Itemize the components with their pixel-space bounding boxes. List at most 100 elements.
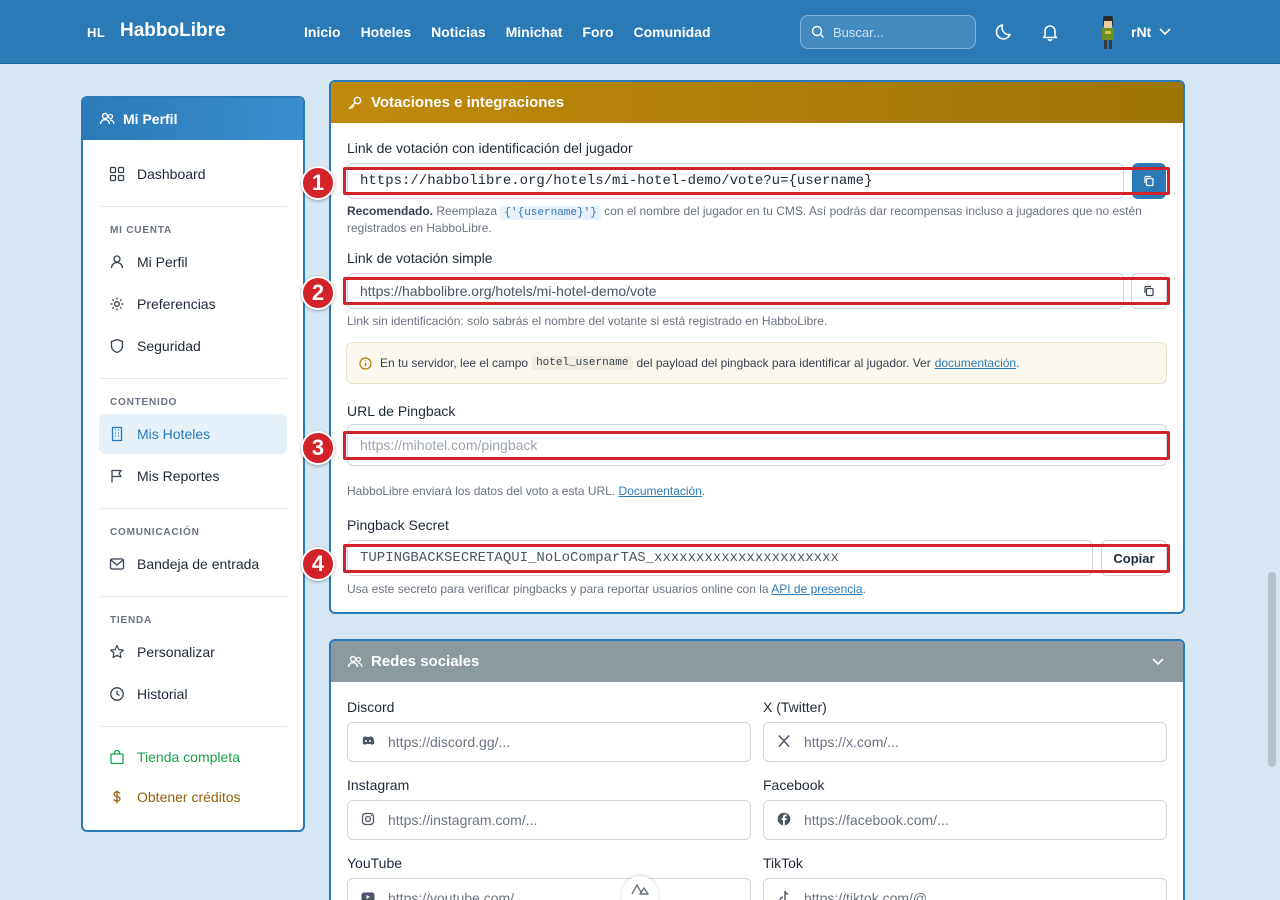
facebook-input[interactable]: [804, 812, 1144, 828]
notifications-button[interactable]: [1038, 20, 1062, 44]
facebook-label: Facebook: [763, 777, 825, 793]
sidebar-item-label: Seguridad: [137, 338, 201, 354]
section-contenido: CONTENIDO: [110, 397, 178, 408]
x-logo-icon: [778, 735, 790, 747]
section-mi-cuenta: MI CUENTA: [110, 225, 173, 236]
dark-mode-toggle[interactable]: [993, 20, 1017, 44]
key-icon: [348, 96, 362, 109]
chevron-down-icon[interactable]: [1158, 24, 1172, 38]
instagram-field[interactable]: [347, 800, 751, 840]
discord-input[interactable]: [388, 734, 728, 750]
tiktok-input[interactable]: [804, 890, 1144, 900]
sidebar-item-label: Personalizar: [137, 644, 215, 660]
pingback-docs-link[interactable]: Documentación: [619, 484, 702, 498]
flag-icon: [111, 469, 122, 483]
logo-mark[interactable]: HL: [87, 25, 105, 40]
page-scrollbar[interactable]: [1268, 572, 1276, 767]
logo-text[interactable]: HabboLibre: [120, 20, 226, 42]
sidebar-header: Mi Perfil: [83, 98, 303, 140]
pingback-help-text: HabboLibre enviará los datos del voto a …: [347, 484, 616, 498]
bell-icon: [1042, 25, 1058, 42]
users-icon: [99, 112, 115, 125]
search-box[interactable]: [800, 15, 976, 49]
grid-icon: [109, 166, 125, 182]
main-nav: Inicio Hoteles Noticias Minichat Foro Co…: [304, 24, 711, 40]
star-icon: [110, 644, 124, 659]
social-panel-header[interactable]: Redes sociales: [331, 641, 1183, 682]
tiktok-icon: [779, 890, 789, 900]
tiktok-field[interactable]: [763, 878, 1167, 900]
nav-inicio[interactable]: Inicio: [304, 24, 341, 40]
annotation-marker-4: 4: [301, 547, 335, 581]
annotation-box-4: [343, 544, 1170, 573]
annotation-box-1: [343, 167, 1170, 195]
sidebar-item-seguridad[interactable]: Seguridad: [99, 326, 287, 366]
presence-api-link[interactable]: API de presencia: [771, 582, 862, 596]
sidebar-item-mi-perfil[interactable]: Mi Perfil: [99, 242, 287, 282]
pingback-url-label: URL de Pingback: [347, 403, 456, 419]
social-panel-title: Redes sociales: [371, 653, 480, 670]
chevron-down-icon[interactable]: [1151, 654, 1165, 668]
sidebar-item-label: Dashboard: [137, 166, 206, 182]
sidebar-divider: [99, 378, 287, 379]
x-twitter-input[interactable]: [804, 734, 1144, 750]
building-icon: [111, 426, 123, 442]
top-navbar: HL HabboLibre Inicio Hoteles Noticias Mi…: [0, 0, 1280, 64]
recommended-label: Recomendado.: [347, 204, 434, 218]
pingback-help: HabboLibre enviará los datos del voto a …: [347, 484, 705, 499]
username[interactable]: rNt: [1131, 24, 1151, 40]
youtube-input[interactable]: [388, 890, 728, 900]
sidebar-item-label: Mi Perfil: [137, 254, 188, 270]
users-icon: [347, 655, 363, 667]
clock-icon: [110, 687, 124, 701]
annotation-marker-2: 2: [301, 276, 335, 310]
note-code: hotel_username: [532, 356, 633, 370]
sidebar-item-creditos[interactable]: Obtener créditos: [99, 777, 287, 817]
secret-help: Usa este secreto para verificar pingback…: [347, 582, 866, 597]
sidebar-item-label: Preferencias: [137, 296, 216, 312]
link-simple-label: Link de votación simple: [347, 250, 493, 266]
nav-hoteles[interactable]: Hoteles: [361, 24, 412, 40]
sidebar-item-label: Mis Hoteles: [137, 426, 211, 442]
youtube-label: YouTube: [347, 855, 403, 871]
nav-noticias[interactable]: Noticias: [431, 24, 485, 40]
nuxt-logo-icon: [631, 884, 649, 895]
username-placeholder-code: {'{username}'}: [500, 206, 601, 220]
nav-comunidad[interactable]: Comunidad: [634, 24, 711, 40]
sidebar-item-mis-hoteles[interactable]: Mis Hoteles: [99, 414, 287, 454]
discord-field[interactable]: [347, 722, 751, 762]
sidebar-item-label: Bandeja de entrada: [137, 556, 260, 572]
pingback-help-end: .: [701, 484, 706, 498]
annotation-box-2: [343, 277, 1170, 305]
link-id-label: Link de votación con identificación del …: [347, 140, 633, 156]
sidebar-item-historial[interactable]: Historial: [99, 674, 287, 714]
sidebar-item-mis-reportes[interactable]: Mis Reportes: [99, 456, 287, 496]
nav-foro[interactable]: Foro: [582, 24, 613, 40]
secret-help-end: .: [862, 582, 866, 596]
sidebar-item-dashboard[interactable]: Dashboard: [99, 154, 287, 194]
sidebar-item-label: Mis Reportes: [137, 468, 220, 484]
secret-help-text: Usa este secreto para verificar pingback…: [347, 582, 769, 596]
sidebar-item-preferencias[interactable]: Preferencias: [99, 284, 287, 324]
annotation-marker-1: 1: [301, 166, 335, 200]
tiktok-label: TikTok: [763, 855, 803, 871]
youtube-field[interactable]: [347, 878, 751, 900]
sidebar-item-tienda-completa[interactable]: Tienda completa: [99, 737, 287, 777]
note-text-pre: En tu servidor, lee el campo: [380, 356, 529, 370]
section-tienda: TIENDA: [110, 615, 153, 626]
sidebar-item-bandeja[interactable]: Bandeja de entrada: [99, 544, 287, 584]
youtube-icon: [361, 892, 375, 900]
sidebar-title: Mi Perfil: [123, 111, 178, 127]
mail-icon: [109, 558, 125, 570]
instagram-icon: [361, 812, 375, 826]
search-input[interactable]: [833, 24, 963, 40]
sidebar-item-label: Historial: [137, 686, 188, 702]
user-avatar[interactable]: [1096, 14, 1120, 52]
instagram-input[interactable]: [388, 812, 728, 828]
facebook-field[interactable]: [763, 800, 1167, 840]
sidebar-item-personalizar[interactable]: Personalizar: [99, 632, 287, 672]
moon-icon: [995, 24, 1011, 40]
nav-minichat[interactable]: Minichat: [506, 24, 563, 40]
note-docs-link[interactable]: documentación: [935, 356, 1016, 370]
x-twitter-field[interactable]: [763, 722, 1167, 762]
